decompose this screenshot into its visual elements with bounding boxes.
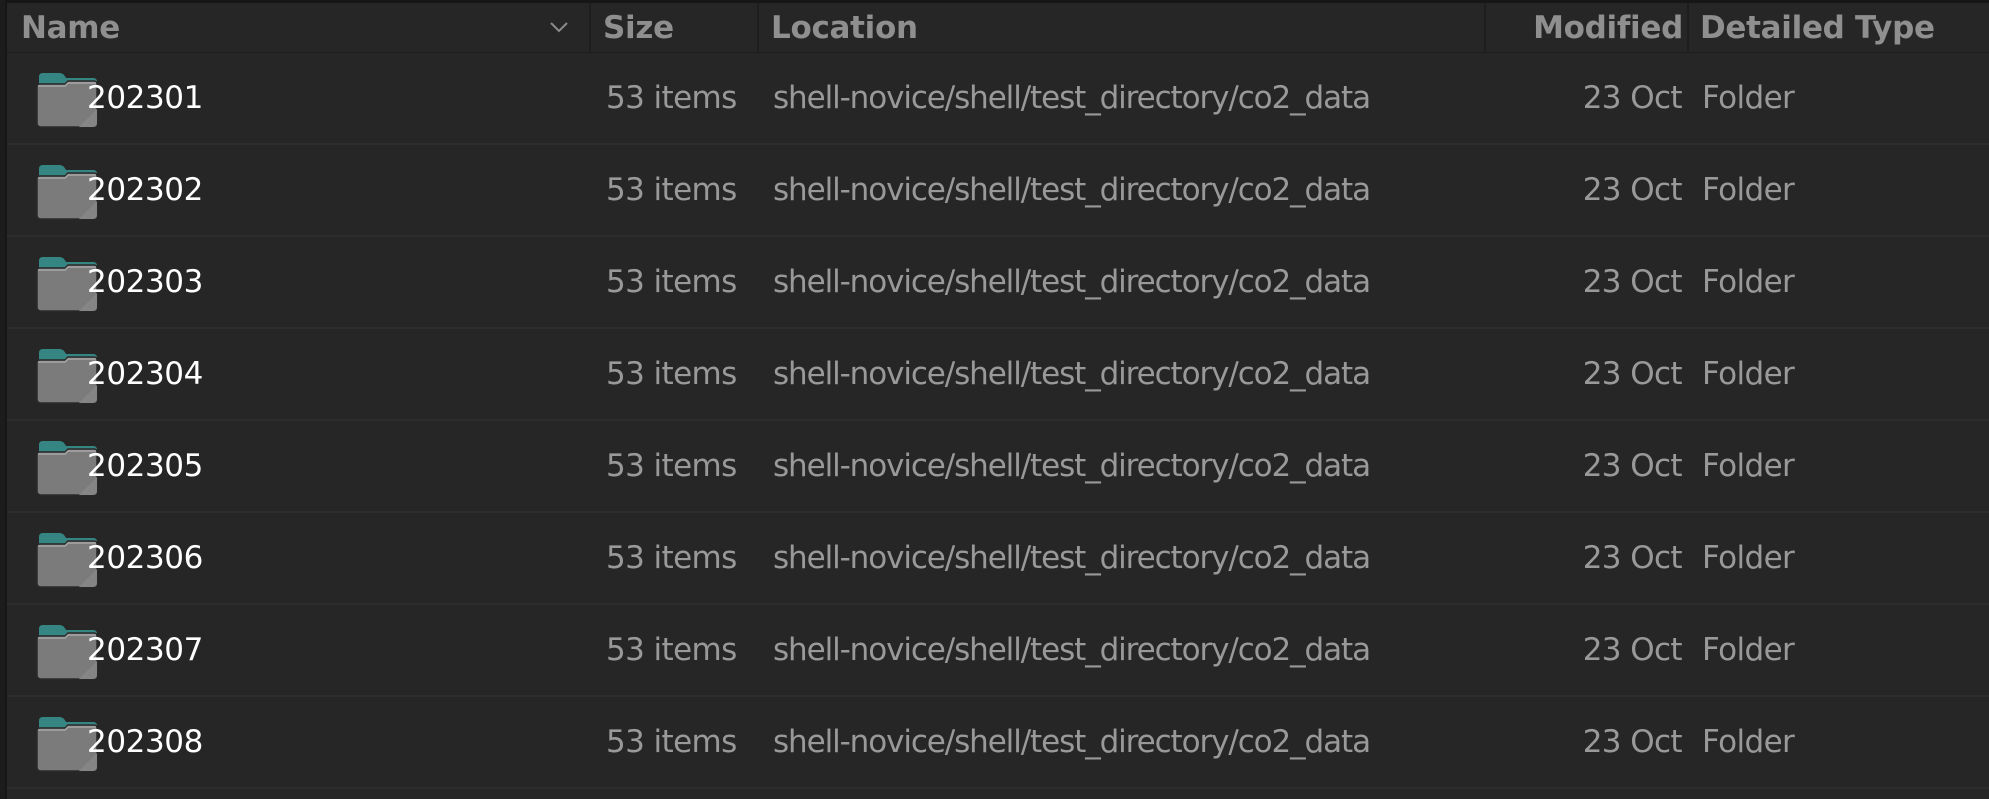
file-location: shell-novice/shell/test_directory/co2_da… [773,356,1371,392]
column-divider[interactable] [1687,3,1689,52]
chevron-down-icon[interactable] [547,15,571,39]
file-name: 202308 [87,724,203,760]
file-rows: 202301 53 items shell-novice/shell/test_… [7,53,1989,789]
file-name: 202307 [87,632,203,668]
file-size: 53 items [606,80,737,116]
left-border [0,0,7,799]
column-header-location[interactable]: Location [771,3,1471,52]
file-size: 53 items [606,448,737,484]
file-size: 53 items [606,724,737,760]
column-header-size[interactable]: Size [603,3,753,52]
file-name: 202301 [87,80,203,116]
file-row[interactable]: 202303 53 items shell-novice/shell/test_… [7,237,1989,329]
file-location: shell-novice/shell/test_directory/co2_da… [773,264,1371,300]
file-size: 53 items [606,172,737,208]
file-modified: 23 Oct [1582,540,1683,576]
file-detailed-type: Folder [1702,264,1795,300]
file-row[interactable]: 202306 53 items shell-novice/shell/test_… [7,513,1989,605]
file-name: 202303 [87,264,203,300]
file-modified: 23 Oct [1582,448,1683,484]
file-list-view: Name Size Location Modified Detailed Typ… [0,0,1989,799]
column-divider[interactable] [757,3,759,52]
file-detailed-type: Folder [1702,724,1795,760]
file-row[interactable]: 202307 53 items shell-novice/shell/test_… [7,605,1989,697]
file-size: 53 items [606,540,737,576]
file-detailed-type: Folder [1702,448,1795,484]
file-modified: 23 Oct [1582,264,1683,300]
file-location: shell-novice/shell/test_directory/co2_da… [773,172,1371,208]
file-modified: 23 Oct [1582,172,1683,208]
file-name: 202305 [87,448,203,484]
file-size: 53 items [606,632,737,668]
file-modified: 23 Oct [1582,632,1683,668]
column-header-modified[interactable]: Modified [1487,3,1683,52]
file-name: 202306 [87,540,203,576]
file-detailed-type: Folder [1702,80,1795,116]
file-location: shell-novice/shell/test_directory/co2_da… [773,448,1371,484]
column-header-detailed-type[interactable]: Detailed Type [1700,3,1980,52]
file-location: shell-novice/shell/test_directory/co2_da… [773,80,1371,116]
file-name: 202304 [87,356,203,392]
column-header-name[interactable]: Name [21,3,581,52]
file-row[interactable]: 202304 53 items shell-novice/shell/test_… [7,329,1989,421]
file-modified: 23 Oct [1582,80,1683,116]
column-divider[interactable] [589,3,591,52]
file-detailed-type: Folder [1702,356,1795,392]
file-detailed-type: Folder [1702,172,1795,208]
column-divider[interactable] [1484,3,1486,52]
file-name: 202302 [87,172,203,208]
file-location: shell-novice/shell/test_directory/co2_da… [773,724,1371,760]
file-location: shell-novice/shell/test_directory/co2_da… [773,540,1371,576]
file-size: 53 items [606,356,737,392]
file-detailed-type: Folder [1702,540,1795,576]
file-row[interactable]: 202301 53 items shell-novice/shell/test_… [7,53,1989,145]
file-row[interactable]: 202308 53 items shell-novice/shell/test_… [7,697,1989,789]
file-size: 53 items [606,264,737,300]
file-detailed-type: Folder [1702,632,1795,668]
file-location: shell-novice/shell/test_directory/co2_da… [773,632,1371,668]
file-modified: 23 Oct [1582,724,1683,760]
file-row[interactable]: 202302 53 items shell-novice/shell/test_… [7,145,1989,237]
file-modified: 23 Oct [1582,356,1683,392]
file-row[interactable]: 202305 53 items shell-novice/shell/test_… [7,421,1989,513]
column-header-bar: Name Size Location Modified Detailed Typ… [7,3,1989,54]
